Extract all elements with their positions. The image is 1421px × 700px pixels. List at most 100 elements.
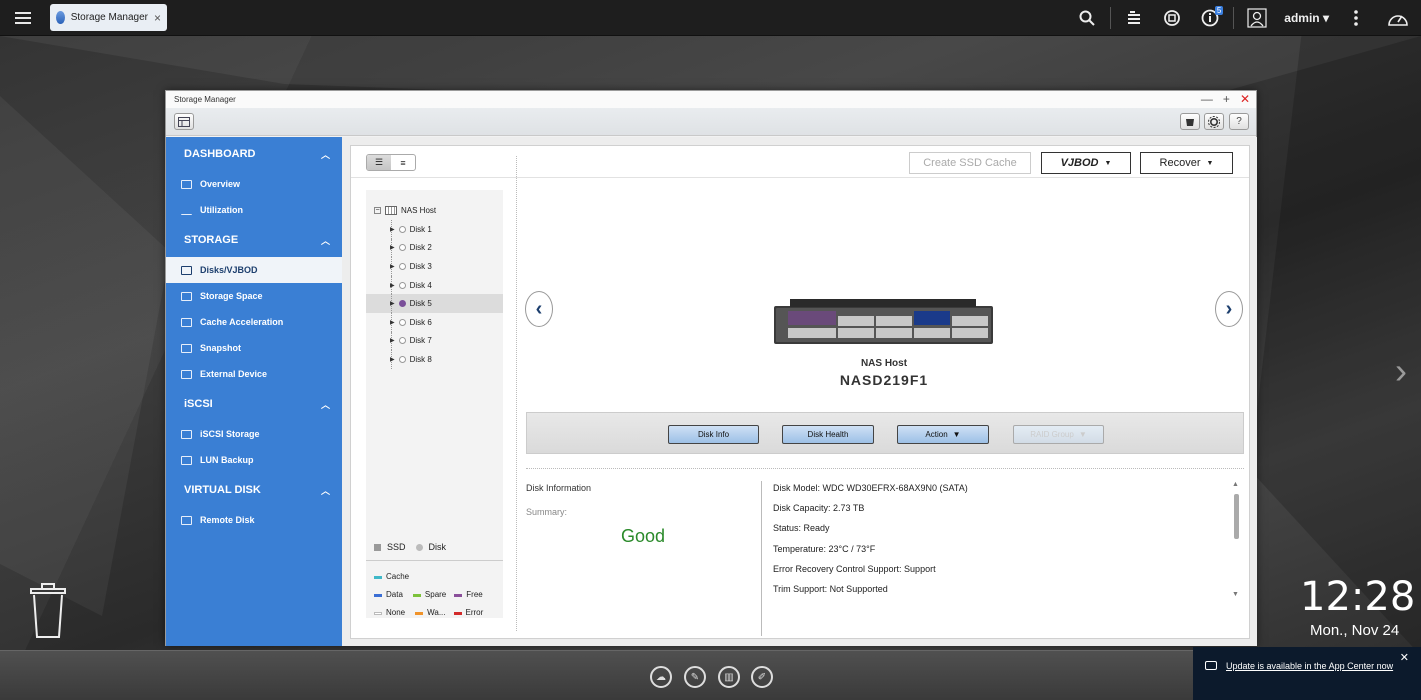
collapse-icon[interactable]: − <box>374 206 381 214</box>
next-arrow-icon[interactable]: › <box>1215 291 1243 327</box>
trash-icon[interactable] <box>27 583 69 639</box>
action-dropdown-button[interactable]: Action ▼ <box>897 425 989 444</box>
window-titlebar[interactable]: Storage Manager — + ✕ <box>166 91 1256 108</box>
tree-disk-1[interactable]: ▶ Disk 1 <box>366 220 503 239</box>
disk-status-icon <box>398 262 406 270</box>
tree-disk-2[interactable]: ▶ Disk 2 <box>366 238 503 258</box>
panels-icon[interactable]: ▥ <box>718 666 740 688</box>
message-icon <box>1205 661 1217 670</box>
sidebar-item-utilization[interactable]: Utilization <box>166 197 342 223</box>
sidebar-item-storage-space[interactable]: Storage Space <box>166 283 342 309</box>
expand-arrow-icon[interactable]: ▶ <box>390 244 395 251</box>
sidebar-item-overview[interactable]: Overview <box>166 171 342 197</box>
user-avatar-icon[interactable] <box>1238 0 1276 36</box>
disk-info-label: Disk Info <box>697 430 730 439</box>
raid-group-button[interactable]: RAID Group ▼ <box>1013 425 1104 444</box>
scroll-thumb[interactable] <box>1234 494 1239 539</box>
main-menu-button[interactable] <box>0 0 46 36</box>
scroll-down-icon[interactable]: ▼ <box>1232 591 1239 598</box>
divider <box>526 468 1244 469</box>
top-taskbar: Storage Manager × 5 admin ▾ <box>0 0 1421 36</box>
caret-down-icon: ▼ <box>1206 159 1214 167</box>
sidebar-item-remote-disk[interactable]: Remote Disk <box>166 507 342 533</box>
disk-capacity: Disk Capacity: 2.73 TB <box>773 503 865 513</box>
disks-panel: ☰ ≡ Create SSD Cache VJBOD ▼ Recover ▼ − <box>350 145 1250 639</box>
search-icon[interactable] <box>1068 0 1106 36</box>
expand-arrow-icon[interactable]: ▶ <box>390 300 395 307</box>
expand-arrow-icon[interactable]: ▶ <box>390 282 395 289</box>
sidebar-section-dashboard[interactable]: DASHBOARD ︿ <box>166 137 342 171</box>
sidebar-item-snapshot[interactable]: Snapshot <box>166 335 342 361</box>
event-notification-icon[interactable]: 5 <box>1191 0 1229 36</box>
spare-color-swatch <box>412 593 421 597</box>
warning-color-swatch <box>415 611 424 615</box>
create-ssd-cache-button[interactable]: Create SSD Cache <box>909 152 1031 174</box>
user-menu[interactable]: admin ▾ <box>1276 11 1337 25</box>
sidebar-item-external-device[interactable]: External Device <box>166 361 342 387</box>
sidebar-item-iscsi-storage[interactable]: iSCSI Storage <box>166 421 342 447</box>
list-view-icon[interactable]: ≡ <box>391 155 415 170</box>
expand-arrow-icon[interactable]: ▶ <box>390 226 395 233</box>
expand-arrow-icon[interactable]: ▶ <box>390 337 395 344</box>
details-scrollbar[interactable]: ▲ ▼ <box>1231 481 1241 606</box>
close-icon[interactable]: ✕ <box>1400 651 1409 664</box>
sidebar-item-label: Remote Disk <box>200 515 255 525</box>
help-icon[interactable]: ? <box>1229 113 1249 130</box>
divider <box>366 560 503 561</box>
legend-warning: Wa... <box>427 608 446 617</box>
legend-free: Free <box>466 590 483 599</box>
disk-label: Disk 4 <box>409 280 432 290</box>
update-notification[interactable]: Update is available in the App Center no… <box>1193 647 1421 700</box>
scroll-up-icon[interactable]: ▲ <box>1232 481 1239 488</box>
disk-info-button[interactable]: Disk Info <box>668 425 759 444</box>
free-color-swatch <box>454 593 463 597</box>
disk-action-bar: Disk Info Disk Health Action ▼ RAID Grou… <box>526 412 1244 454</box>
tree-disk-8[interactable]: ▶ Disk 8 <box>366 350 503 369</box>
sidebar-item-disks-vjbod[interactable]: Disks/VJBOD <box>166 257 342 283</box>
tools-icon[interactable]: ✎ <box>684 666 706 688</box>
grid-view-icon[interactable]: ☰ <box>367 155 391 170</box>
background-tasks-icon[interactable] <box>1115 0 1153 36</box>
external-device-icon[interactable] <box>1153 0 1191 36</box>
minimize-icon[interactable]: — <box>1201 91 1213 108</box>
previous-arrow-icon[interactable]: ‹ <box>525 291 553 327</box>
tab-close-icon[interactable]: × <box>154 11 161 25</box>
maximize-icon[interactable]: + <box>1223 91 1230 108</box>
sidebar-item-cache-acceleration[interactable]: Cache Acceleration <box>166 309 342 335</box>
edit-icon[interactable]: ✐ <box>751 666 773 688</box>
desktop-next-page-icon[interactable]: › <box>1395 350 1407 392</box>
recover-button[interactable]: Recover ▼ <box>1140 152 1233 174</box>
close-icon[interactable]: ✕ <box>1240 91 1250 108</box>
snapshot-shortcut-icon[interactable] <box>1180 113 1200 130</box>
chevron-up-icon: ︿ <box>320 235 330 246</box>
app-tab-storage-manager[interactable]: Storage Manager × <box>50 4 167 31</box>
sidebar-section-iscsi[interactable]: iSCSI ︿ <box>166 387 342 421</box>
legend-spare: Spare <box>424 590 447 599</box>
notification-text[interactable]: Update is available in the App Center no… <box>1226 660 1406 673</box>
tree-disk-5[interactable]: ▶ Disk 5 <box>366 294 503 313</box>
disk-tree: − NAS Host ▶ Disk 1 ▶ Disk 2 ▶ Disk 3 ▶ … <box>366 190 503 618</box>
data-color-swatch <box>374 593 382 597</box>
expand-arrow-icon[interactable]: ▶ <box>390 356 395 363</box>
hamburger-icon <box>15 11 31 24</box>
tree-disk-3[interactable]: ▶ Disk 3 <box>366 257 503 276</box>
disk-health-button[interactable]: Disk Health <box>782 425 874 444</box>
more-options-icon[interactable] <box>1337 0 1375 36</box>
sidebar-section-virtual-disk[interactable]: VIRTUAL DISK ︿ <box>166 473 342 507</box>
tree-root-nas-host[interactable]: − NAS Host <box>366 200 503 220</box>
sidebar-toggle-icon[interactable] <box>174 113 194 130</box>
settings-gear-icon[interactable] <box>1204 113 1224 130</box>
tree-disk-7[interactable]: ▶ Disk 7 <box>366 331 503 351</box>
dashboard-gauge-icon[interactable] <box>1375 0 1421 36</box>
sidebar-item-label: Storage Space <box>200 291 263 301</box>
tree-disk-4[interactable]: ▶ Disk 4 <box>366 275 503 295</box>
section-title: VIRTUAL DISK <box>184 484 261 496</box>
background-facet <box>1250 36 1421 656</box>
tree-disk-6[interactable]: ▶ Disk 6 <box>366 312 503 332</box>
sidebar-section-storage[interactable]: STORAGE ︿ <box>166 223 342 257</box>
cloud-icon[interactable]: ☁ <box>650 666 672 688</box>
sidebar-item-lun-backup[interactable]: LUN Backup <box>166 447 342 473</box>
expand-arrow-icon[interactable]: ▶ <box>390 319 395 326</box>
expand-arrow-icon[interactable]: ▶ <box>390 263 395 270</box>
vjbod-button[interactable]: VJBOD ▼ <box>1041 152 1131 174</box>
